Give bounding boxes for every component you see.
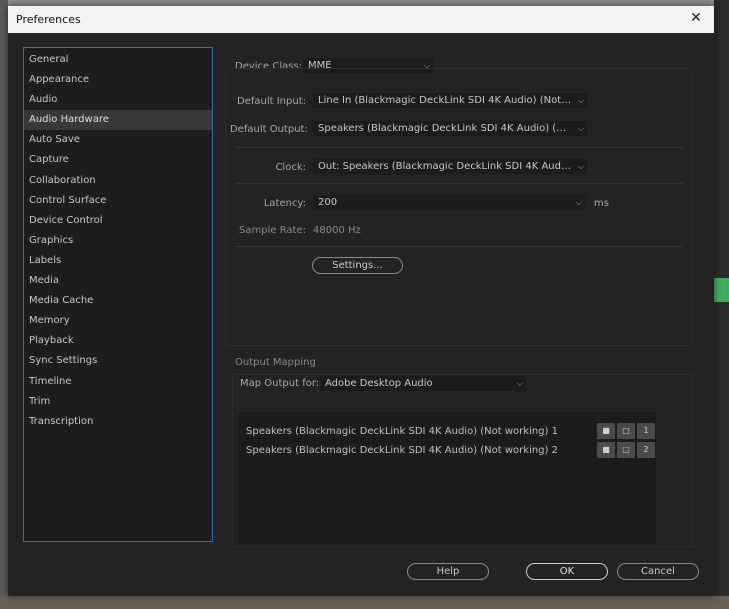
default-output-dropdown[interactable]: Speakers (Blackmagic DeckLink SDI 4K Aud… xyxy=(313,121,587,136)
sidebar-item-media-cache[interactable]: Media Cache xyxy=(24,291,212,311)
background-bottom-strip xyxy=(0,596,729,609)
sidebar-item-timeline[interactable]: Timeline xyxy=(24,372,212,392)
background-right-strip xyxy=(714,0,729,609)
default-output-label: Default Output: xyxy=(230,124,308,135)
sidebar-item-memory[interactable]: Memory xyxy=(24,311,212,331)
sidebar-item-collaboration[interactable]: Collaboration xyxy=(24,171,212,191)
background-green-block xyxy=(714,278,729,302)
ok-button[interactable]: OK xyxy=(526,563,608,580)
titlebar: Preferences ✕ xyxy=(8,6,714,33)
close-icon[interactable]: ✕ xyxy=(688,10,704,26)
list-item[interactable]: Speakers (Blackmagic DeckLink SDI 4K Aud… xyxy=(246,426,558,437)
default-output-value: Speakers (Blackmagic DeckLink SDI 4K Aud… xyxy=(318,123,572,134)
chevron-down-icon: ⌵ xyxy=(577,162,584,171)
latency-dropdown[interactable]: 200 ⌵ xyxy=(313,195,585,210)
sidebar-item-general[interactable]: General xyxy=(24,50,212,70)
sidebar-item-auto-save[interactable]: Auto Save xyxy=(24,130,212,150)
separator xyxy=(235,246,683,247)
sidebar-item-appearance[interactable]: Appearance xyxy=(24,70,212,90)
sidebar-item-graphics[interactable]: Graphics xyxy=(24,231,212,251)
latency-label: Latency: xyxy=(263,198,306,209)
preferences-dialog: Preferences ✕ General Appearance Audio A… xyxy=(8,6,714,596)
default-input-dropdown[interactable]: Line In (Blackmagic DeckLink SDI 4K Audi… xyxy=(313,93,587,108)
clock-label: Clock: xyxy=(275,162,306,173)
latency-value: 200 xyxy=(318,197,338,208)
output-mapping-heading: Output Mapping xyxy=(235,357,316,368)
chevron-down-icon: ⌵ xyxy=(516,379,523,388)
sidebar-item-trim[interactable]: Trim xyxy=(24,392,212,412)
sample-rate-value: 48000 Hz xyxy=(313,225,361,236)
help-button[interactable]: Help xyxy=(407,563,489,580)
speaker-icon[interactable]: ■ xyxy=(597,423,615,439)
sidebar-item-transcription[interactable]: Transcription xyxy=(24,412,212,432)
sidebar-item-media[interactable]: Media xyxy=(24,271,212,291)
sidebar-item-playback[interactable]: Playback xyxy=(24,331,212,351)
map-output-label: Map Output for: xyxy=(240,378,320,389)
sidebar-item-capture[interactable]: Capture xyxy=(24,150,212,170)
channel-badge: 1 xyxy=(637,423,655,439)
list-item[interactable]: Speakers (Blackmagic DeckLink SDI 4K Aud… xyxy=(246,445,558,456)
background-left-strip xyxy=(0,0,8,609)
channel-badge: 2 xyxy=(637,442,655,458)
sidebar-item-audio[interactable]: Audio xyxy=(24,90,212,110)
latency-unit: ms xyxy=(594,198,609,209)
frame-icon[interactable]: □ xyxy=(617,423,635,439)
frame-icon[interactable]: □ xyxy=(617,442,635,458)
dialog-title: Preferences xyxy=(16,13,81,26)
sidebar: General Appearance Audio Audio Hardware … xyxy=(23,47,213,542)
default-input-label: Default Input: xyxy=(237,96,306,107)
settings-button[interactable]: Settings... xyxy=(312,257,403,274)
output-mapping-list: Speakers (Blackmagic DeckLink SDI 4K Aud… xyxy=(238,412,656,544)
separator xyxy=(235,183,683,184)
clock-dropdown[interactable]: Out: Speakers (Blackmagic DeckLink SDI 4… xyxy=(313,159,587,174)
separator xyxy=(235,147,683,148)
default-input-value: Line In (Blackmagic DeckLink SDI 4K Audi… xyxy=(318,95,572,106)
chevron-down-icon: ⌵ xyxy=(575,198,582,207)
cancel-button[interactable]: Cancel xyxy=(617,563,699,580)
sidebar-item-device-control[interactable]: Device Control xyxy=(24,211,212,231)
sidebar-item-sync-settings[interactable]: Sync Settings xyxy=(24,351,212,371)
map-output-dropdown[interactable]: Adobe Desktop Audio ⌵ xyxy=(320,376,526,391)
chevron-down-icon: ⌵ xyxy=(577,96,584,105)
sidebar-item-labels[interactable]: Labels xyxy=(24,251,212,271)
sidebar-item-audio-hardware[interactable]: Audio Hardware xyxy=(24,110,212,131)
speaker-icon[interactable]: ■ xyxy=(597,442,615,458)
clock-value: Out: Speakers (Blackmagic DeckLink SDI 4… xyxy=(318,161,572,172)
map-output-value: Adobe Desktop Audio xyxy=(325,378,433,389)
sample-rate-label: Sample Rate: xyxy=(239,225,306,236)
chevron-down-icon: ⌵ xyxy=(577,124,584,133)
sidebar-item-control-surface[interactable]: Control Surface xyxy=(24,191,212,211)
